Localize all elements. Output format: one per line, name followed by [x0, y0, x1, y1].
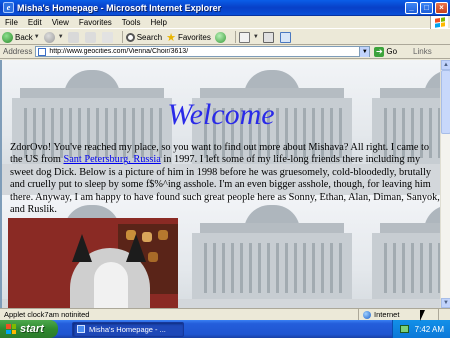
stop-button[interactable] — [67, 31, 81, 43]
go-label: Go — [386, 47, 398, 56]
favorites-label: Favorites — [177, 32, 211, 42]
refresh-button[interactable] — [84, 31, 98, 43]
status-bar: Applet clock7am notinited Internet — [0, 308, 450, 321]
menu-edit[interactable]: Edit — [23, 18, 47, 27]
address-label: Address — [3, 47, 33, 56]
web-page-viewport[interactable]: Welcome ZdorOvo! You've reached my place… — [0, 60, 440, 308]
edit-button[interactable] — [279, 31, 293, 43]
close-button[interactable]: × — [435, 1, 448, 14]
search-button[interactable]: Search — [125, 32, 163, 42]
windows-flag-icon — [430, 16, 448, 29]
refresh-icon — [84, 31, 96, 43]
links-button[interactable]: Links — [413, 47, 432, 56]
st-petersburg-link[interactable]: Sant Petersburg, Russia — [63, 154, 160, 165]
menu-favorites[interactable]: Favorites — [74, 18, 117, 27]
network-icon[interactable] — [399, 325, 409, 333]
address-bar: Address http://www.geocities.com/Vienna/… — [0, 45, 450, 59]
forward-arrow-icon — [43, 31, 55, 43]
resize-grip[interactable] — [438, 308, 450, 321]
windows-flag-icon — [6, 324, 16, 334]
ie-icon: e — [3, 2, 14, 13]
page-icon — [38, 47, 47, 56]
forward-button[interactable]: ▼ — [43, 31, 64, 43]
mail-button[interactable]: ▼ — [238, 31, 259, 43]
chevron-down-icon[interactable]: ▼ — [359, 46, 370, 57]
favorites-button[interactable]: ★ Favorites — [166, 31, 211, 44]
mouse-cursor — [420, 310, 425, 321]
history-button[interactable] — [214, 31, 228, 43]
home-button[interactable] — [101, 31, 115, 43]
edit-page-icon — [279, 31, 291, 43]
dog-photo — [8, 218, 178, 308]
window-title: Misha's Homepage - Microsoft Internet Ex… — [17, 2, 222, 13]
stop-icon — [67, 31, 79, 43]
maximize-button[interactable]: □ — [420, 1, 433, 14]
scroll-down-button[interactable]: ▼ — [441, 298, 450, 308]
mail-icon — [238, 31, 250, 43]
menu-file[interactable]: File — [0, 18, 23, 27]
address-url[interactable]: http://www.geocities.com/Vienna/Choir/36… — [49, 48, 359, 55]
chevron-down-icon[interactable]: ▼ — [58, 34, 64, 40]
go-arrow-icon: ➔ — [374, 46, 385, 57]
vertical-scrollbar[interactable]: ▲ ▼ — [440, 60, 450, 308]
chevron-down-icon[interactable]: ▼ — [34, 34, 40, 40]
intro-paragraph: ZdorOvo! You've reached my place, so you… — [10, 142, 440, 216]
search-icon — [125, 32, 135, 42]
toolbar-divider — [121, 31, 123, 43]
clock[interactable]: 7:42 AM — [415, 325, 444, 334]
print-button[interactable] — [262, 31, 276, 43]
go-button[interactable]: ➔ Go — [374, 46, 398, 57]
system-tray: 7:42 AM — [392, 320, 450, 338]
zone-label: Internet — [374, 310, 400, 319]
taskbar-item-ie-window[interactable]: Misha's Homepage - ... — [72, 321, 184, 337]
menu-bar: File Edit View Favorites Tools Help — [0, 16, 450, 29]
scroll-up-button[interactable]: ▲ — [441, 60, 450, 70]
back-label: Back — [15, 32, 33, 42]
start-button[interactable]: start — [0, 320, 58, 338]
menu-help[interactable]: Help — [145, 18, 171, 27]
globe-icon — [363, 310, 371, 319]
menu-view[interactable]: View — [47, 18, 74, 27]
print-icon — [262, 31, 274, 43]
toolbar-divider — [234, 31, 236, 43]
back-button[interactable]: Back ▼ — [2, 31, 40, 43]
title-bar: e Misha's Homepage - Microsoft Internet … — [0, 0, 450, 16]
page-heading: Welcome — [167, 98, 275, 131]
favorites-star-icon: ★ — [166, 31, 176, 44]
taskbar-item-label: Misha's Homepage - ... — [89, 324, 166, 334]
chevron-down-icon[interactable]: ▼ — [253, 34, 259, 40]
taskbar: start Misha's Homepage - ... 7:42 AM — [0, 320, 450, 338]
menu-tools[interactable]: Tools — [117, 18, 146, 27]
address-input[interactable]: http://www.geocities.com/Vienna/Choir/36… — [35, 46, 371, 57]
home-icon — [101, 31, 113, 43]
security-zone: Internet — [358, 308, 438, 321]
ie-icon — [77, 325, 85, 333]
start-label: start — [20, 323, 44, 335]
status-message: Applet clock7am notinited — [4, 310, 90, 319]
search-label: Search — [136, 32, 163, 42]
back-arrow-icon — [2, 31, 13, 43]
minimize-button[interactable]: _ — [405, 1, 418, 14]
scroll-thumb[interactable] — [441, 70, 450, 134]
toolbar: Back ▼ ▼ Search ★ Favorites ▼ — [0, 30, 450, 45]
history-icon — [214, 31, 226, 43]
